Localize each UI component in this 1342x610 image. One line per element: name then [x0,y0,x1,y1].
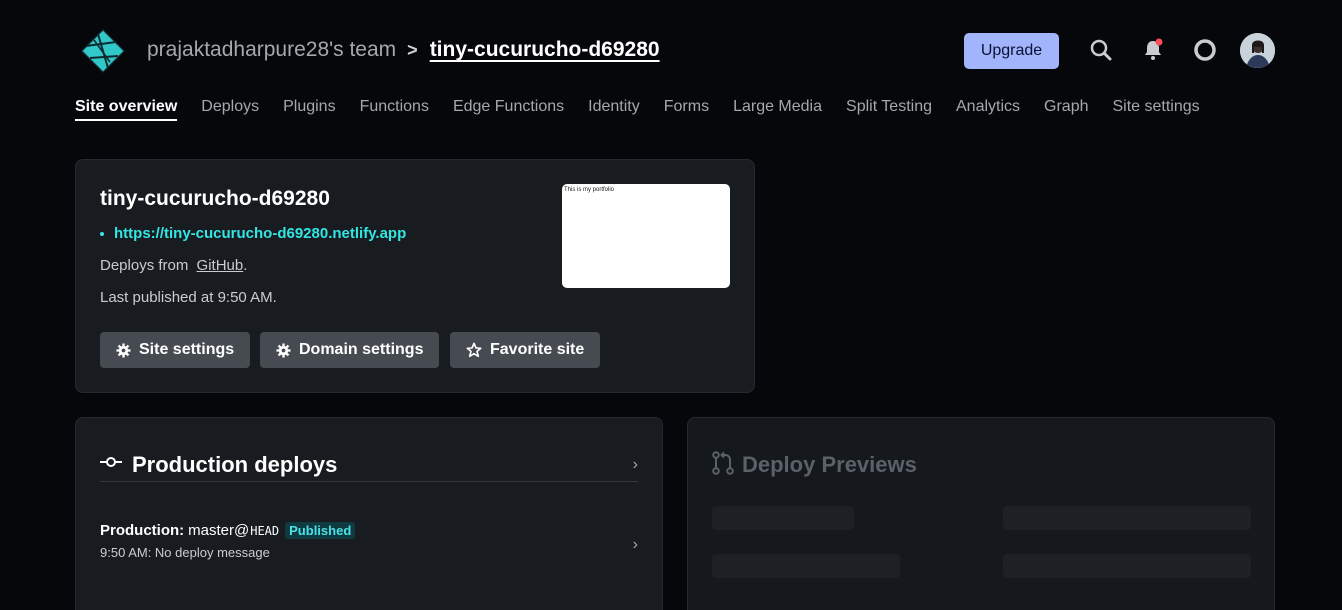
tab-site-settings[interactable]: Site settings [1113,98,1200,121]
loading-skeleton [712,506,854,530]
star-icon [466,342,482,358]
status-badge: Published [285,522,356,539]
commit-icon [100,455,122,474]
tab-plugins[interactable]: Plugins [283,98,335,121]
tab-site-overview[interactable]: Site overview [75,98,178,121]
deploy-previews-header[interactable]: Deploy Previews [712,448,1250,482]
production-deploy-row[interactable]: Production: master@ HEAD Published 9:50 … [100,522,638,566]
breadcrumb: prajaktadharpure28's team > tiny-cucuruc… [147,38,660,62]
tab-graph[interactable]: Graph [1044,98,1088,121]
tab-identity[interactable]: Identity [588,98,640,121]
site-nav-tabs: Site overview Deploys Plugins Functions … [75,98,1224,121]
site-url-link[interactable]: https://tiny-cucurucho-d69280.netlify.ap… [114,225,406,242]
top-header: prajaktadharpure28's team > tiny-cucuruc… [0,0,1342,90]
tab-forms[interactable]: Forms [664,98,709,121]
bell-icon[interactable] [1140,37,1166,63]
gear-icon [276,342,291,358]
github-link[interactable]: GitHub [197,257,244,274]
netlify-logo-icon[interactable] [80,28,126,74]
site-settings-label: Site settings [139,341,235,358]
favorite-site-button[interactable]: Favorite site [450,332,601,368]
deploy-ref: HEAD [250,523,280,538]
deploys-from-text: Deploys from GitHub. [100,257,247,274]
site-url: https://tiny-cucurucho-d69280.netlify.ap… [100,225,406,242]
deploy-previews-title: Deploy Previews [742,452,917,477]
loading-skeleton [1003,554,1251,578]
tab-functions[interactable]: Functions [360,98,429,121]
chevron-right-icon: › [632,536,638,553]
deploys-from-suffix: . [243,257,248,274]
tab-deploys[interactable]: Deploys [201,98,259,121]
tab-analytics[interactable]: Analytics [956,98,1020,121]
favorite-site-label: Favorite site [490,341,585,358]
avatar[interactable] [1240,33,1275,68]
domain-settings-label: Domain settings [299,341,424,358]
last-published-text: Last published at 9:50 AM. [100,289,277,306]
thumbnail-text: This is my portfolio [564,187,615,193]
site-overview-card: tiny-cucurucho-d69280 https://tiny-cucur… [75,159,755,393]
production-deploys-card: Production deploys › Production: master@… [75,417,663,610]
deploys-from-label: Deploys from [100,257,189,274]
search-icon[interactable] [1088,37,1114,63]
site-settings-button[interactable]: Site settings [100,332,251,368]
domain-settings-button[interactable]: Domain settings [260,332,440,368]
deploy-branch: master@ [188,522,250,539]
bullet-icon [100,231,104,236]
deploy-message: 9:50 AM: No deploy message [100,545,270,560]
production-deploys-header[interactable]: Production deploys › [100,448,638,482]
help-lifebuoy-icon[interactable] [1192,37,1218,63]
team-link[interactable]: prajaktadharpure28's team [147,38,396,62]
deploy-summary: Production: master@ HEAD Published [100,522,638,539]
gear-icon [116,342,131,358]
breadcrumb-separator-icon: > [407,39,418,60]
upgrade-button[interactable]: Upgrade [964,33,1059,69]
production-deploys-title: Production deploys [132,451,338,477]
loading-skeleton [712,554,900,578]
site-name-link[interactable]: tiny-cucurucho-d69280 [430,38,660,62]
deploy-previews-card: Deploy Previews [687,417,1275,610]
deploy-context-label: Production: [100,522,185,539]
site-preview-thumbnail[interactable]: This is my portfolio [562,184,730,288]
tab-large-media[interactable]: Large Media [733,98,822,121]
chevron-right-icon: › [632,455,638,473]
pull-request-icon [712,450,734,480]
loading-skeleton [1003,506,1251,530]
site-title: tiny-cucurucho-d69280 [100,187,330,210]
tab-split-testing[interactable]: Split Testing [846,98,932,121]
tab-edge-functions[interactable]: Edge Functions [453,98,564,121]
